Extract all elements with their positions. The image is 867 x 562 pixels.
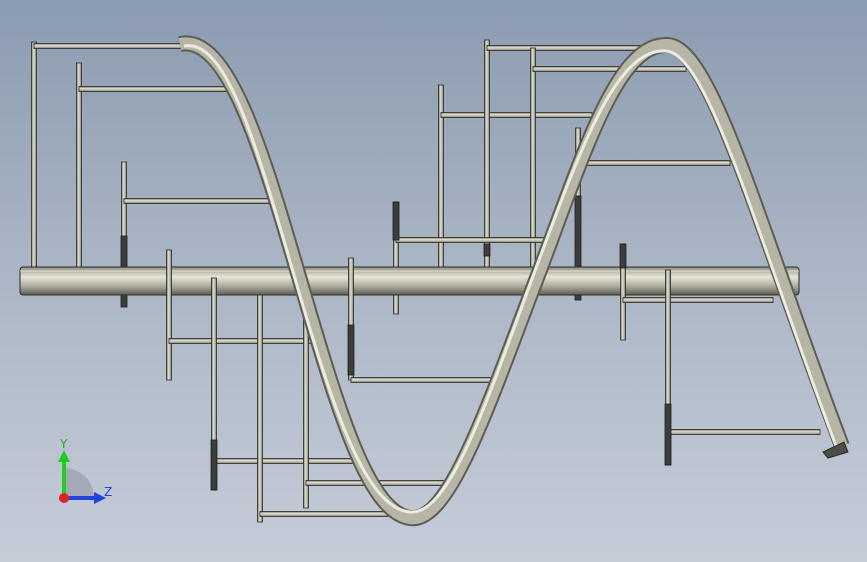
collar-sleeve[interactable]: [664, 403, 672, 466]
cross-rod[interactable]: [123, 198, 279, 204]
ribbon-mixer-model[interactable]: [0, 0, 867, 562]
cross-rod[interactable]: [213, 458, 363, 464]
z-axis-label: Z: [104, 485, 112, 499]
cross-rod[interactable]: [577, 160, 731, 166]
collar-sleeve[interactable]: [483, 243, 491, 257]
y-axis-label: Y: [59, 438, 68, 451]
cross-rod[interactable]: [622, 297, 774, 303]
cross-rod[interactable]: [33, 43, 187, 49]
radial-post[interactable]: [166, 249, 172, 381]
orientation-triad: Y Z: [58, 438, 112, 504]
graphics-viewport[interactable]: Y Z: [0, 0, 867, 562]
collar-sleeve[interactable]: [210, 439, 218, 491]
cross-rod[interactable]: [440, 112, 593, 118]
collar-sleeve[interactable]: [347, 324, 355, 376]
collar-sleeve[interactable]: [392, 201, 400, 241]
cross-rod[interactable]: [486, 45, 641, 51]
cross-rod[interactable]: [168, 338, 321, 344]
radial-post[interactable]: [76, 62, 82, 281]
radial-post[interactable]: [530, 47, 536, 271]
cross-rod[interactable]: [667, 429, 821, 435]
radial-post[interactable]: [484, 39, 490, 269]
radial-post[interactable]: [31, 41, 37, 269]
triad-quadrant-shading: [64, 468, 94, 498]
triad-origin-icon: [59, 493, 69, 503]
y-axis-arrowhead-icon: [58, 450, 70, 462]
cross-rod[interactable]: [78, 86, 233, 92]
radial-post[interactable]: [257, 294, 263, 523]
central-shaft[interactable]: [19, 266, 800, 296]
cross-rod[interactable]: [532, 66, 687, 72]
cross-rod[interactable]: [395, 237, 549, 243]
collar-sleeve[interactable]: [619, 243, 627, 269]
cross-rod[interactable]: [350, 377, 501, 383]
